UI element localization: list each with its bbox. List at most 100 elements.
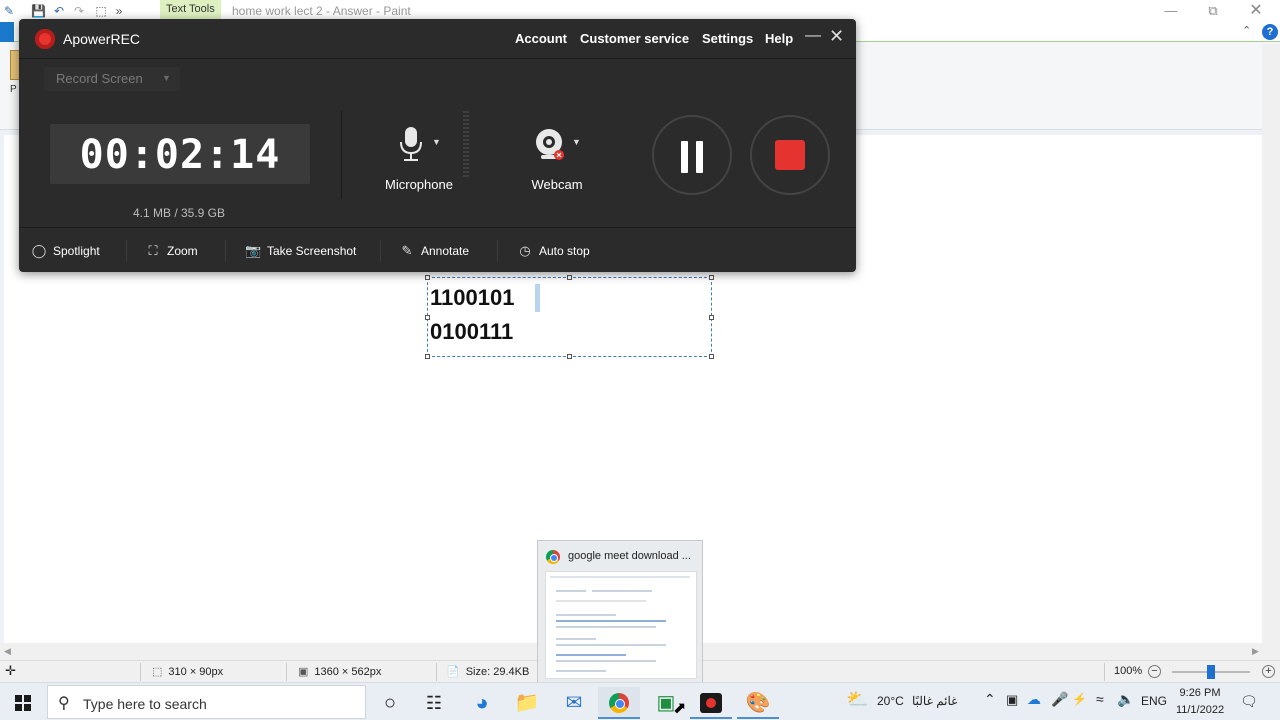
zoom-in-button[interactable]: + bbox=[1262, 665, 1275, 678]
thumbnail-line bbox=[556, 626, 656, 628]
resize-handle[interactable] bbox=[567, 354, 572, 359]
clock-date[interactable]: 11/1/2022 bbox=[1160, 704, 1240, 716]
wifi-icon[interactable]: ≈ bbox=[1096, 691, 1104, 707]
undo-icon[interactable]: ↶ bbox=[52, 4, 66, 18]
recording-timer: 00:02:14 bbox=[79, 132, 281, 178]
paint-window-title: home work lect 2 - Answer - Paint bbox=[232, 4, 411, 18]
redo-icon[interactable]: ↷ bbox=[72, 4, 86, 18]
file-size-status: 📄 Size: 29.4KB bbox=[446, 665, 529, 678]
minimize-window-button[interactable]: — bbox=[1156, 2, 1186, 20]
resize-handle[interactable] bbox=[709, 275, 714, 280]
recorder-minimize-icon[interactable]: — bbox=[805, 27, 821, 45]
auto-stop-tool[interactable]: ◷ Auto stop bbox=[517, 243, 590, 259]
close-window-button[interactable]: ✕ bbox=[1241, 2, 1271, 20]
recorder-close-icon[interactable]: ✕ bbox=[829, 26, 844, 47]
scroll-left-icon[interactable]: ◀ bbox=[4, 646, 11, 657]
microphone-icon: ▼ bbox=[374, 119, 464, 165]
resize-handle[interactable] bbox=[567, 275, 572, 280]
customer-service-menu[interactable]: Customer service bbox=[580, 31, 689, 46]
image-size-icon: ▣ bbox=[298, 666, 309, 678]
take-screenshot-label: Take Screenshot bbox=[267, 244, 357, 258]
file-tab[interactable] bbox=[0, 22, 14, 42]
notification-center-icon[interactable]: 🗨 bbox=[1240, 693, 1258, 710]
toolbar-divider bbox=[380, 240, 381, 262]
meet-now-icon[interactable]: ▣ bbox=[1006, 692, 1018, 708]
help-icon[interactable]: ? bbox=[1262, 24, 1278, 40]
zoom-out-button[interactable]: − bbox=[1148, 665, 1161, 678]
pause-button[interactable] bbox=[652, 115, 732, 195]
search-icon: ⚲ bbox=[58, 695, 70, 712]
canvas-text-line-2[interactable]: 0100111 bbox=[430, 319, 513, 345]
taskbar-search-box[interactable]: ⚲ Type here to search bbox=[47, 685, 366, 719]
select-icon[interactable]: ⬚ bbox=[94, 4, 108, 18]
chrome-window-preview[interactable]: google meet download ... bbox=[537, 540, 703, 685]
save-icon[interactable]: 💾 bbox=[31, 4, 46, 18]
apowerrec-logo-icon bbox=[35, 29, 55, 49]
timer-display: 00:02:14 bbox=[50, 124, 310, 184]
scroll-right-icon[interactable]: ▶ bbox=[1252, 646, 1259, 657]
apowerrec-taskbar-button[interactable] bbox=[690, 687, 732, 719]
help-menu[interactable]: Help bbox=[765, 31, 793, 46]
show-hidden-icons-icon[interactable]: ⌃ bbox=[984, 691, 996, 708]
volume-icon[interactable]: 🔈 bbox=[1117, 691, 1134, 708]
chrome-taskbar-button[interactable] bbox=[598, 687, 640, 719]
annotate-label: Annotate bbox=[421, 244, 470, 258]
weather-icon[interactable]: ⛅ bbox=[846, 689, 868, 710]
cortana-icon[interactable]: ○ bbox=[369, 687, 411, 719]
record-mode-dropdown[interactable]: Record Screen ▼ bbox=[44, 67, 180, 91]
apowerrec-app-title: ApowerREC bbox=[63, 31, 141, 47]
zoom-slider-thumb[interactable] bbox=[1207, 665, 1215, 679]
weather-condition[interactable]: غائم غالبًا bbox=[912, 694, 957, 708]
task-view-icon[interactable]: ☷ bbox=[413, 687, 455, 719]
microphone-toggle[interactable]: ▼ Microphone bbox=[374, 119, 464, 192]
mouse-pointer-icon: ⬈ bbox=[673, 700, 687, 717]
edge-icon[interactable]: ◕ bbox=[461, 687, 503, 719]
recording-size-info: 4.1 MB / 35.9 GB bbox=[132, 206, 226, 220]
auto-stop-label: Auto stop bbox=[539, 244, 590, 258]
annotate-tool[interactable]: ✎ Annotate bbox=[399, 243, 470, 259]
customize-quick-access-icon[interactable]: » bbox=[112, 4, 126, 18]
microphone-tray-icon[interactable]: 🎤 bbox=[1051, 691, 1068, 708]
webcam-toggle[interactable]: ▼ Webcam bbox=[512, 119, 602, 192]
toolbar-divider bbox=[497, 240, 498, 262]
zoom-tool[interactable]: ⛶ Zoom bbox=[145, 243, 197, 259]
chrome-preview-title: google meet download ... bbox=[568, 550, 691, 562]
clock-time[interactable]: 9:26 PM bbox=[1160, 687, 1240, 699]
resize-handle[interactable] bbox=[425, 354, 430, 359]
power-icon[interactable]: ⚡ bbox=[1072, 692, 1087, 706]
record-mode-label: Record Screen bbox=[56, 71, 143, 86]
toolbar-divider bbox=[126, 240, 127, 262]
settings-menu[interactable]: Settings bbox=[702, 31, 753, 46]
paint-taskbar-button[interactable]: 🎨 bbox=[737, 687, 779, 719]
collapse-ribbon-icon[interactable]: ⌃ bbox=[1242, 24, 1251, 37]
stop-button[interactable] bbox=[750, 115, 830, 195]
file-explorer-icon[interactable]: 📁 bbox=[506, 687, 548, 719]
take-screenshot-tool[interactable]: 📷 Take Screenshot bbox=[245, 243, 356, 259]
toolbar-divider bbox=[225, 240, 226, 262]
weather-temperature[interactable]: 20°C bbox=[877, 694, 904, 708]
status-divider bbox=[436, 663, 437, 681]
spotlight-tool[interactable]: ◯ Spotlight bbox=[31, 243, 100, 259]
file-size-text: Size: 29.4KB bbox=[465, 666, 530, 678]
account-menu[interactable]: Account bbox=[515, 31, 567, 46]
microphone-level-meter bbox=[463, 111, 469, 177]
restore-window-button[interactable]: ⧉ bbox=[1198, 2, 1228, 20]
start-button[interactable] bbox=[0, 683, 46, 720]
apowerrec-titlebar: ApowerREC Account Customer service Setti… bbox=[19, 19, 856, 59]
webcam-options-icon[interactable]: ▼ bbox=[572, 137, 581, 147]
resize-handle[interactable] bbox=[709, 354, 714, 359]
section-divider bbox=[341, 111, 342, 199]
vertical-scrollbar[interactable]: ▼ bbox=[1262, 44, 1280, 674]
text-tools-context-tab[interactable]: Text Tools bbox=[160, 0, 221, 20]
onedrive-icon[interactable]: ☁ bbox=[1027, 691, 1041, 708]
selection-size-text: 310 × 90px bbox=[168, 666, 224, 678]
resize-handle[interactable] bbox=[425, 275, 430, 280]
mail-icon[interactable]: ✉ bbox=[553, 687, 595, 719]
paint-app-icon: ✎ bbox=[3, 4, 15, 18]
canvas-text-line-1[interactable]: 1100101 bbox=[430, 285, 514, 311]
thumbnail-line bbox=[556, 654, 626, 656]
resize-handle[interactable] bbox=[709, 315, 714, 320]
status-divider bbox=[286, 663, 287, 681]
microphone-options-icon[interactable]: ▼ bbox=[432, 137, 441, 147]
chrome-preview-thumbnail[interactable] bbox=[545, 571, 697, 679]
